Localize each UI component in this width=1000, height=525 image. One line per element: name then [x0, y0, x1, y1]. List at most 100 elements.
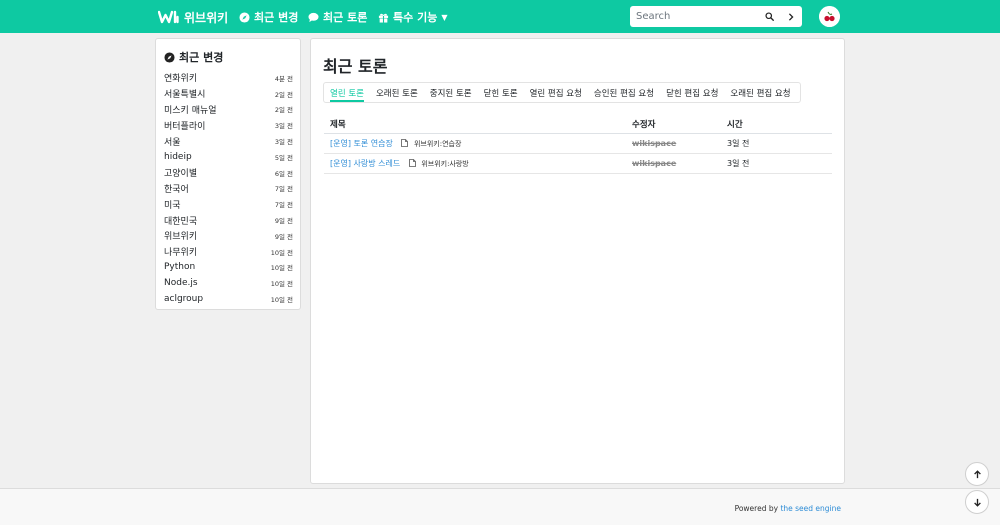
- table-row: [운영] 사랑방 스레드 위브위키:사랑방 wikispace 3일 전: [324, 153, 832, 174]
- topic-link[interactable]: [운영] 토론 연습장: [330, 139, 393, 148]
- search-input[interactable]: [630, 7, 758, 26]
- tab-open-discussions[interactable]: 열린 토론: [324, 82, 370, 103]
- recent-item: 나무위키 10일 전: [164, 244, 293, 260]
- caret-down-icon: ▼: [441, 12, 448, 22]
- nav-special-features[interactable]: 특수 기능 ▼: [378, 9, 447, 25]
- recent-item: 한국어 7일 전: [164, 181, 293, 197]
- recent-doc-link[interactable]: Node.js: [164, 278, 198, 288]
- topic-link[interactable]: [운영] 사랑방 스레드: [330, 159, 400, 168]
- wiki-logo-icon: [158, 10, 179, 24]
- search-box: [630, 6, 802, 27]
- user-avatar[interactable]: [819, 6, 840, 27]
- document-icon: [408, 158, 416, 167]
- cherry-avatar-icon: [819, 6, 840, 27]
- recent-time: 7일 전: [274, 185, 293, 194]
- recent-doc-link[interactable]: 나무위키: [164, 245, 197, 258]
- recent-time: 9일 전: [274, 232, 293, 241]
- go-button[interactable]: [780, 6, 802, 27]
- gift-icon: [378, 12, 389, 23]
- recent-doc-link[interactable]: 연화위키: [164, 71, 197, 84]
- column-header-time: 시간: [721, 115, 832, 134]
- recent-time: 3일 전: [274, 122, 293, 131]
- arrow-up-icon: [973, 469, 981, 478]
- recent-doc-link[interactable]: hideip: [164, 152, 192, 162]
- nav-recent-discussions-label: 최근 토론: [323, 11, 368, 24]
- recent-item: 위브위키 9일 전: [164, 228, 293, 244]
- nav-recent-discussions[interactable]: 최근 토론: [308, 9, 367, 25]
- recent-doc-link[interactable]: 서울특별시: [164, 87, 205, 100]
- recent-time: 4분 전: [274, 74, 293, 83]
- recent-item: 대한민국 9일 전: [164, 212, 293, 228]
- footer: Powered by the seed engine: [0, 488, 1000, 525]
- table-row: [운영] 토론 연습장 위브위키:연습장 wikispace 3일 전: [324, 133, 832, 154]
- document-icon: [401, 138, 409, 147]
- recent-item: 연화위키 4분 전: [164, 70, 293, 86]
- engine-link[interactable]: the seed engine: [780, 504, 841, 513]
- recent-time: 10일 전: [270, 264, 293, 273]
- tab-closed-discussions[interactable]: 닫힌 토론: [478, 82, 524, 103]
- recent-time: 2일 전: [274, 106, 293, 115]
- tab-old-edit-requests[interactable]: 오래된 편집 요청: [724, 82, 796, 103]
- column-header-editor: 수정자: [626, 115, 721, 134]
- tab-old-discussions[interactable]: 오래된 토론: [370, 82, 424, 103]
- recent-doc-link[interactable]: 위브위키: [164, 229, 197, 242]
- recent-time: 6일 전: [274, 169, 293, 178]
- tab-accepted-edit-requests[interactable]: 승인된 편집 요청: [588, 82, 660, 103]
- recent-item: Node.js 10일 전: [164, 275, 293, 291]
- arrow-down-icon: [973, 498, 981, 507]
- column-header-title: 제목: [324, 115, 626, 134]
- document-link[interactable]: 위브위키:연습장: [414, 140, 461, 148]
- tab-paused-discussions[interactable]: 중지된 토론: [424, 82, 478, 103]
- recent-changes-list: 연화위키 4분 전 서울특별시 2일 전 미스키 매뉴얼 2일 전 버터플라이 3일 전…: [164, 70, 293, 307]
- recent-doc-link[interactable]: aclgroup: [164, 294, 203, 304]
- recent-item: hideip 5일 전: [164, 149, 293, 165]
- editor-link[interactable]: wikispace: [632, 139, 676, 148]
- recent-time: 10일 전: [270, 280, 293, 289]
- recent-time: 10일 전: [270, 248, 293, 257]
- recent-doc-link[interactable]: Python: [164, 262, 195, 272]
- recent-doc-link[interactable]: 미국: [164, 198, 181, 211]
- recent-changes-sidebar: 최근 변경 연화위키 4분 전 서울특별시 2일 전 미스키 매뉴얼 2일 전 버터플…: [155, 38, 301, 310]
- brand-name: 위브위키: [184, 10, 229, 25]
- powered-by-prefix: Powered by: [734, 504, 779, 513]
- main-content: 최근 토론 열린 토론 오래된 토론 중지된 토론 닫힌 토론 열린 편집 요청…: [310, 38, 845, 484]
- topic-cell: [운영] 토론 연습장 위브위키:연습장: [324, 133, 626, 154]
- recent-item: 서울특별시 2일 전: [164, 86, 293, 102]
- chevron-right-icon: [788, 12, 794, 21]
- recent-item: aclgroup 10일 전: [164, 291, 293, 307]
- document-link[interactable]: 위브위키:사랑방: [421, 160, 468, 168]
- scroll-to-bottom-button[interactable]: [965, 490, 989, 514]
- editor-link[interactable]: wikispace: [632, 159, 676, 168]
- recent-doc-link[interactable]: 버터플라이: [164, 119, 205, 132]
- tab-open-edit-requests[interactable]: 열린 편집 요청: [524, 82, 588, 103]
- discussion-tabs: 열린 토론 오래된 토론 중지된 토론 닫힌 토론 열린 편집 요청 승인된 편…: [323, 82, 801, 103]
- recent-time: 3일 전: [274, 138, 293, 147]
- sidebar-title: 최근 변경: [164, 49, 223, 65]
- recent-time: 5일 전: [274, 153, 293, 162]
- editor-cell: wikispace: [626, 153, 721, 174]
- time-cell: 3일 전: [721, 153, 832, 174]
- recent-item: 서울 3일 전: [164, 133, 293, 149]
- time-cell: 3일 전: [721, 133, 832, 154]
- recent-time: 7일 전: [274, 201, 293, 210]
- recent-item: 미스키 매뉴얼 2일 전: [164, 102, 293, 118]
- tab-closed-edit-requests[interactable]: 닫힌 편집 요청: [660, 82, 724, 103]
- compass-icon: [164, 51, 175, 63]
- topic-cell: [운영] 사랑방 스레드 위브위키:사랑방: [324, 153, 626, 174]
- recent-doc-link[interactable]: 고양이별: [164, 166, 197, 179]
- nav-recent-changes[interactable]: 최근 변경: [239, 9, 298, 25]
- search-button[interactable]: [758, 6, 780, 27]
- recent-doc-link[interactable]: 미스키 매뉴얼: [164, 103, 217, 116]
- powered-by: Powered by the seed engine: [735, 504, 841, 513]
- recent-doc-link[interactable]: 대한민국: [164, 214, 197, 227]
- recent-doc-link[interactable]: 서울: [164, 135, 181, 148]
- nav-recent-changes-label: 최근 변경: [254, 11, 299, 24]
- scroll-to-top-button[interactable]: [965, 462, 989, 486]
- recent-time: 9일 전: [274, 217, 293, 226]
- discussion-table: 제목 수정자 시간 [운영] 토론 연습장 위브위키:연습장 wikispace…: [324, 115, 832, 174]
- recent-doc-link[interactable]: 한국어: [164, 182, 189, 195]
- brand-link[interactable]: 위브위키: [158, 7, 228, 27]
- comment-icon: [308, 12, 319, 23]
- recent-item: 고양이별 6일 전: [164, 165, 293, 181]
- nav-special-features-label: 특수 기능: [393, 11, 438, 24]
